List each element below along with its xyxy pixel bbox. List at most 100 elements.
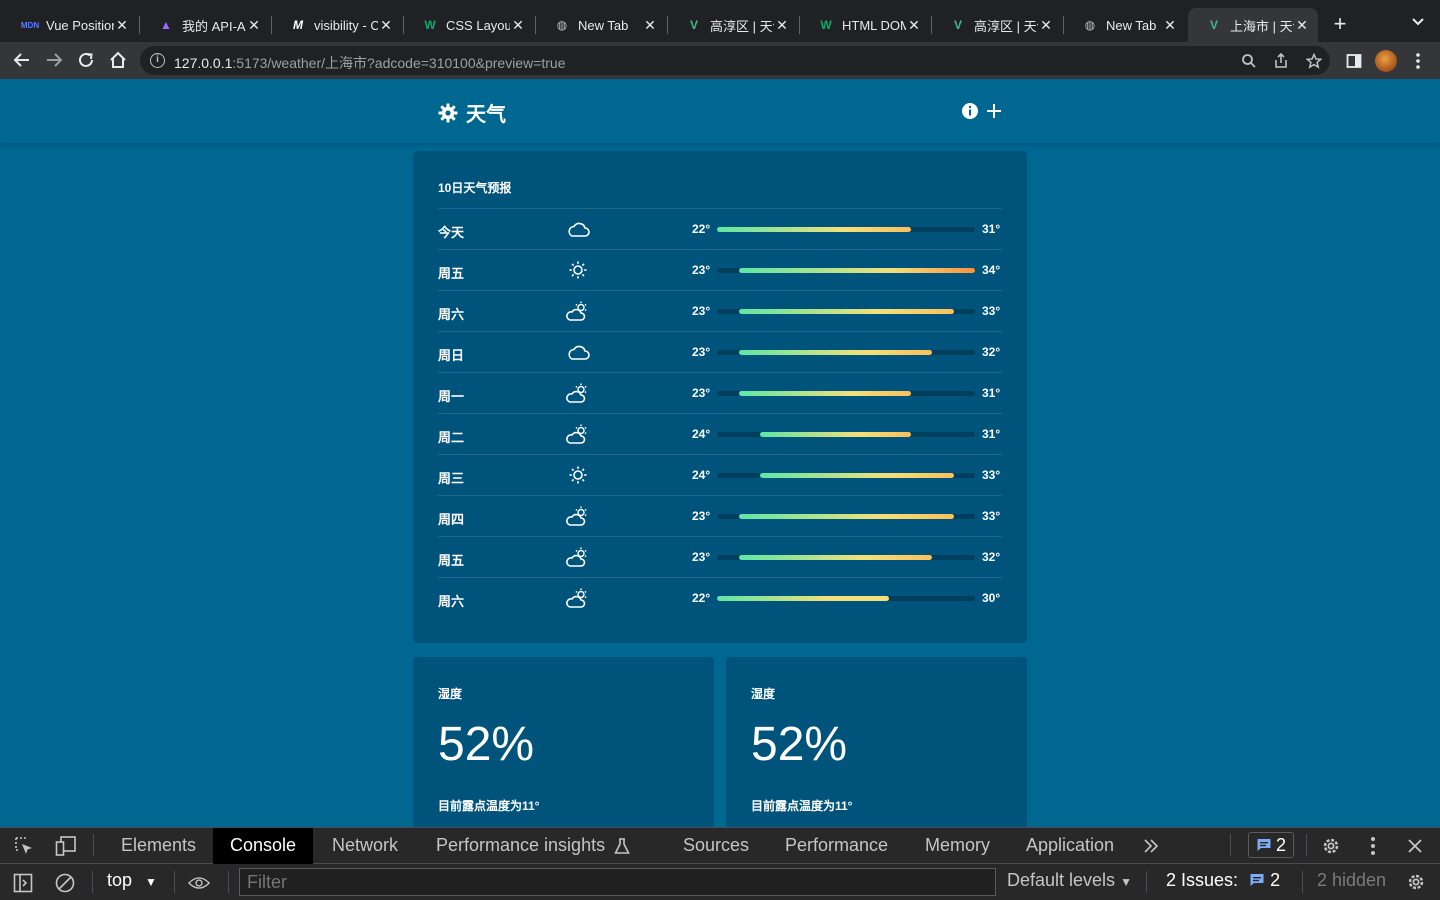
- partly-cloudy-icon: [566, 301, 587, 321]
- browser-tab[interactable]: ◍ New Tab ✕: [1064, 8, 1186, 42]
- browser-tab-active[interactable]: V 上海市 | 天气 ✕: [1188, 8, 1318, 42]
- info-icon: [962, 103, 978, 119]
- browser-menu-button[interactable]: [1407, 50, 1429, 72]
- back-arrow-icon: [13, 53, 29, 67]
- issues-button[interactable]: 2 Issues: 2: [1166, 870, 1280, 891]
- bookmark-star-icon[interactable]: [1304, 51, 1324, 71]
- w3schools-logo-icon: W: [424, 18, 436, 32]
- tab-sources[interactable]: Sources: [666, 828, 766, 864]
- url-path: :5173/weather/上海市?adcode=310100&preview=…: [232, 55, 566, 71]
- forecast-low-temp: 23°: [692, 304, 711, 318]
- gear-icon: [1408, 874, 1424, 890]
- cloudy-icon: [568, 345, 590, 360]
- console-filter-input[interactable]: [239, 868, 996, 896]
- partly-cloudy-icon: [566, 506, 587, 526]
- message-icon: [1250, 874, 1264, 886]
- close-icon[interactable]: ✕: [642, 17, 658, 34]
- close-icon: [1408, 839, 1422, 853]
- close-icon[interactable]: ✕: [906, 17, 922, 34]
- tab-memory[interactable]: Memory: [908, 828, 1007, 864]
- forecast-low-temp: 24°: [692, 427, 711, 441]
- tab-console[interactable]: Console: [213, 828, 314, 864]
- log-levels-dropdown[interactable]: Default levels ▼: [1007, 870, 1132, 891]
- browser-tab[interactable]: MDN Vue Position ✕: [4, 8, 138, 42]
- browser-tab[interactable]: V 高淳区 | 天气 ✕: [932, 8, 1062, 42]
- tab-application[interactable]: Application: [1009, 828, 1131, 864]
- info-button[interactable]: [960, 101, 980, 121]
- browser-tab[interactable]: ▲ 我的 API-AP ✕: [140, 8, 270, 42]
- browser-tab[interactable]: W HTML DOM ✕: [800, 8, 930, 42]
- tab-strip: MDN Vue Position ✕ ▲ 我的 API-AP ✕ M visib…: [0, 0, 1440, 42]
- side-panel-button[interactable]: [1343, 50, 1365, 72]
- inspect-element-button[interactable]: [13, 835, 35, 857]
- tab-elements[interactable]: Elements: [104, 828, 213, 864]
- close-icon[interactable]: ✕: [1038, 17, 1054, 34]
- temperature-range-track: [717, 391, 975, 396]
- close-icon[interactable]: ✕: [246, 17, 262, 34]
- clear-console-button[interactable]: [54, 872, 76, 894]
- inspect-icon: [15, 837, 32, 854]
- tab-performance[interactable]: Performance: [768, 828, 905, 864]
- profile-avatar[interactable]: [1375, 50, 1397, 72]
- vue-logo-icon: V: [689, 18, 698, 32]
- forecast-row: 周六 22° 30°: [438, 577, 1002, 618]
- log-levels-label: Default levels: [1007, 870, 1116, 890]
- zoom-icon[interactable]: [1239, 51, 1259, 71]
- temperature-range-bar: [760, 432, 911, 437]
- close-icon[interactable]: ✕: [114, 17, 130, 34]
- devtools-menu-button[interactable]: [1362, 835, 1384, 857]
- share-icon[interactable]: [1271, 51, 1291, 71]
- browser-tab[interactable]: ◍ New Tab ✕: [536, 8, 666, 42]
- url-text[interactable]: 127.0.0.1:5173/weather/上海市?adcode=310100…: [174, 53, 566, 73]
- tab-search-button[interactable]: [1406, 12, 1430, 36]
- forecast-high-temp: 32°: [982, 550, 1001, 564]
- close-icon[interactable]: ✕: [1294, 17, 1310, 34]
- console-settings-button[interactable]: [1405, 871, 1427, 893]
- partly-cloudy-icon: [566, 588, 587, 608]
- issues-count: 2: [1270, 870, 1281, 890]
- tab-network[interactable]: Network: [315, 828, 415, 864]
- temperature-range-track: [717, 514, 975, 519]
- new-tab-button[interactable]: +: [1328, 12, 1352, 36]
- more-vertical-icon: [1416, 53, 1420, 69]
- device-toolbar-button[interactable]: [55, 835, 77, 857]
- forecast-high-temp: 32°: [982, 345, 1001, 359]
- context-selector[interactable]: top ▼: [107, 870, 157, 891]
- divider: [92, 871, 93, 893]
- more-tabs-button[interactable]: [1140, 835, 1162, 857]
- info-icon[interactable]: i: [150, 53, 165, 68]
- forecast-low-temp: 24°: [692, 468, 711, 482]
- forward-arrow-icon: [47, 53, 63, 67]
- messages-badge[interactable]: 2: [1248, 832, 1294, 858]
- temperature-range-bar: [738, 350, 932, 355]
- clear-icon: [55, 873, 75, 893]
- forecast-high-temp: 33°: [982, 468, 1001, 482]
- divider: [228, 871, 229, 893]
- settings-button[interactable]: [1320, 835, 1342, 857]
- forecast-row: 周五 23° 34°: [438, 249, 1002, 290]
- add-city-button[interactable]: [984, 101, 1004, 121]
- reload-button[interactable]: [74, 48, 98, 72]
- close-devtools-button[interactable]: [1404, 835, 1426, 857]
- live-expression-button[interactable]: [188, 872, 210, 894]
- device-icon: [55, 836, 76, 856]
- forward-button[interactable]: [42, 48, 66, 72]
- close-icon[interactable]: ✕: [1162, 17, 1178, 34]
- humidity-value: 52%: [751, 718, 848, 771]
- close-icon[interactable]: ✕: [510, 17, 526, 34]
- app-title: 天气: [466, 104, 506, 126]
- home-button[interactable]: [106, 48, 130, 72]
- humidity-title: 湿度: [751, 687, 776, 701]
- app-brand[interactable]: 天气: [438, 98, 506, 127]
- w3schools-logo-icon: W: [820, 18, 832, 32]
- address-bar[interactable]: i 127.0.0.1:5173/weather/上海市?adcode=3101…: [140, 46, 1330, 75]
- console-sidebar-button[interactable]: [12, 872, 34, 894]
- close-icon[interactable]: ✕: [378, 17, 394, 34]
- back-button[interactable]: [10, 48, 34, 72]
- close-icon[interactable]: ✕: [774, 17, 790, 34]
- tab-performance-insights[interactable]: Performance insights: [419, 828, 622, 864]
- browser-tab[interactable]: W CSS Layout ✕: [404, 8, 534, 42]
- browser-tab[interactable]: V 高淳区 | 天气 ✕: [668, 8, 798, 42]
- browser-tab[interactable]: M visibility - C ✕: [272, 8, 402, 42]
- context-label: top: [107, 870, 133, 890]
